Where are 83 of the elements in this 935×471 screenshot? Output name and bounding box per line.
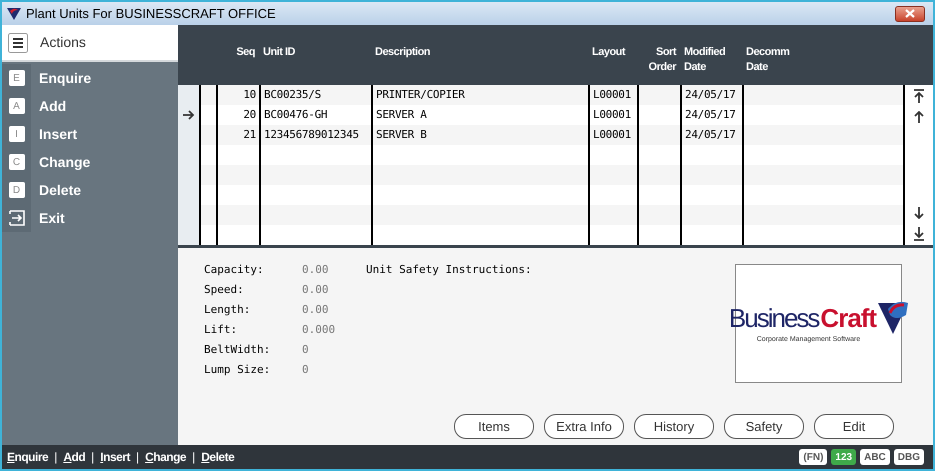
column-header: Sort Order [648,45,676,75]
table-cell-text: L00001 [593,86,631,103]
close-button[interactable] [895,6,925,22]
action-button[interactable]: Edit [814,414,894,439]
footer-link[interactable]: Enquire [7,448,48,466]
mode-indicator: ABC [860,449,890,465]
mode-indicator: 123 [831,449,856,465]
field-label: Lump Size: [204,362,272,378]
table-cell-text: 20 [243,106,256,123]
action-button[interactable]: Safety [724,414,804,439]
field-label: Lift: [204,322,238,338]
row-selector-cell[interactable] [178,225,199,245]
action-button[interactable]: Extra Info [544,414,624,439]
exit-icon [8,210,24,226]
field-label: Capacity: [204,262,265,278]
logo-emblem-icon [878,301,908,336]
current-row-arrow-icon [182,110,194,120]
column-header: Decomm Date [746,45,790,75]
hotkey-badge: A [8,98,24,114]
sidebar-item[interactable]: D Delete [2,176,178,204]
column-header: Layout [592,45,626,60]
field-value: 0 [302,362,309,378]
footer-link[interactable]: Delete [201,448,234,466]
field-value: 0 [302,342,309,358]
menu-icon[interactable] [8,32,28,52]
mode-indicator: (FN) [799,449,828,465]
logo-wordmark: Craft [820,305,876,332]
table-row[interactable]: 10 BC00235/S PRINTER/COPIER L00001 24/05/17 [178,85,903,105]
table-cell-text: BC00235/S [264,86,321,103]
row-selector-cell[interactable] [178,85,199,105]
action-button[interactable]: History [634,414,714,439]
column-header: Unit ID [263,45,295,60]
column-header: Modified Date [684,45,726,75]
sidebar-title: Actions [40,33,86,52]
field-value: 0.000 [302,322,336,338]
hotkey-badge: E [8,70,24,86]
sidebar-item[interactable]: I Insert [2,120,178,148]
scroll-down-icon[interactable] [913,207,925,219]
table-cell-text: L00001 [593,126,631,143]
table-cell-text: 10 [243,86,256,103]
logo-wordmark: Business [728,305,818,332]
action-button[interactable]: Items [454,414,534,439]
link-separator: | [90,449,96,466]
footer-link[interactable]: Insert [100,448,130,466]
close-icon [905,9,915,18]
app-logo-icon [6,6,22,20]
sidebar-item[interactable]: A Add [2,92,178,120]
safety-instructions-label: Unit Safety Instructions: [366,262,532,278]
table-cell-text: BC00476-GH [264,106,328,123]
mode-indicator: DBG [894,449,924,465]
link-separator: | [191,449,196,466]
column-header: Description [375,45,430,60]
table-cell-text: PRINTER/COPIER [376,86,465,103]
scroll-top-icon[interactable] [913,89,925,103]
table-row[interactable]: 21 123456789012345 SERVER B L00001 24/05/17 [178,125,903,145]
table-cell-text: SERVER B [376,126,427,143]
sidebar-item[interactable]: C Change [2,148,178,176]
footer-link[interactable]: Change [145,448,186,466]
field-label: BeltWidth: [204,342,272,358]
footer-link[interactable]: Add [63,448,86,466]
scroll-up-icon[interactable] [913,111,925,123]
hotkey-badge: I [8,126,24,142]
field-value: 0.00 [302,262,328,278]
window-title: Plant Units For BUSINESSCRAFT OFFICE [26,4,276,23]
hotkey-badge: D [8,182,24,198]
field-value: 0.00 [302,302,328,318]
column-header: Seq [236,45,255,60]
table-cell-text: 24/05/17 [685,106,736,123]
hotkey-badge: C [8,154,24,170]
field-label: Length: [204,302,252,318]
table-cell-text: SERVER A [376,106,427,123]
link-separator: | [53,449,58,466]
sidebar-item[interactable]: E Enquire [2,64,178,92]
field-value: 0.00 [302,282,328,298]
table-cell-text: 24/05/17 [685,126,736,143]
table-cell-text: 123456789012345 [264,126,359,143]
table-cell-text: 24/05/17 [685,86,736,103]
sidebar-item[interactable]: Exit [2,204,178,232]
scroll-bottom-icon[interactable] [913,227,925,241]
link-separator: | [134,449,140,466]
field-label: Speed: [204,282,245,298]
table-cell-text: L00001 [593,106,631,123]
table-cell-text: 21 [243,126,256,143]
